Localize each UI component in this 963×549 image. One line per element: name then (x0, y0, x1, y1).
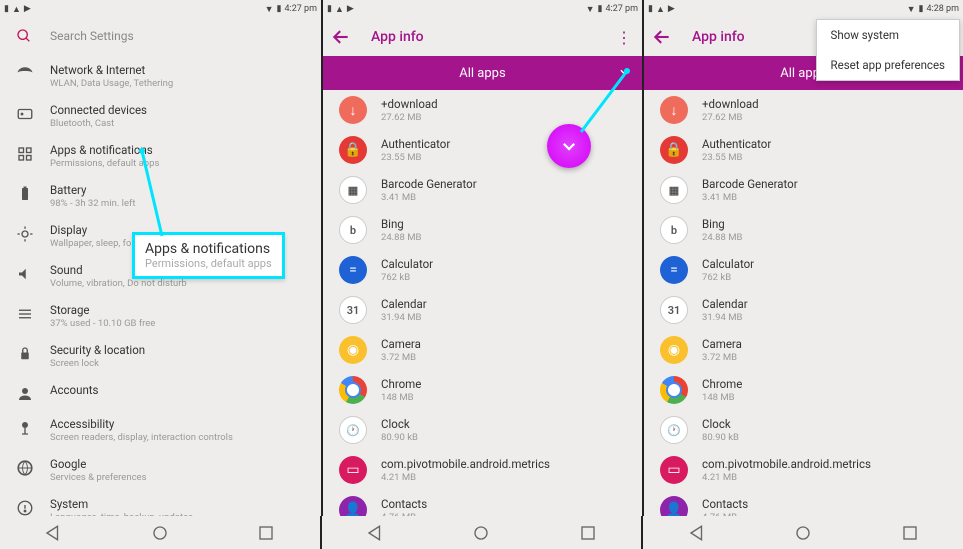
settings-row-system[interactable]: SystemLanguages, time, backup, updates (0, 490, 321, 516)
settings-row-accessibility[interactable]: AccessibilityScreen readers, display, in… (0, 410, 321, 450)
app-row[interactable]: =Calculator762 kB (644, 250, 963, 290)
back-icon[interactable] (331, 27, 353, 47)
nav-home[interactable] (472, 524, 490, 542)
app-row[interactable]: ▭com.pivotmobile.android.metrics4.21 MB (323, 450, 642, 490)
nav-back[interactable] (44, 524, 62, 542)
settings-row-network-internet[interactable]: Network & InternetWLAN, Data Usage, Teth… (0, 56, 321, 96)
nav-recent[interactable] (901, 524, 919, 542)
app-icon: ▭ (339, 456, 367, 484)
settings-icon (16, 499, 34, 516)
app-icon: 🕐 (339, 416, 367, 444)
app-icon: ▭ (660, 456, 688, 484)
battery-icon: ▮ (277, 4, 282, 14)
settings-row-apps-notifications[interactable]: Apps & notificationsPermissions, default… (0, 136, 321, 176)
settings-icon (16, 145, 34, 163)
app-icon: b (660, 216, 688, 244)
app-icon: ↓ (660, 96, 688, 124)
app-icon: ▦ (339, 176, 367, 204)
settings-row-storage[interactable]: Storage37% used - 10.10 GB free (0, 296, 321, 336)
overflow-menu-icon[interactable]: ⋮ (614, 28, 634, 47)
app-icon: 🔒 (660, 136, 688, 164)
app-icon: 31 (339, 296, 367, 324)
clock-text: 4:27 pm (284, 4, 317, 14)
search-icon (16, 28, 32, 44)
app-row[interactable]: ▭com.pivotmobile.android.metrics4.21 MB (644, 450, 963, 490)
app-icon: ▦ (660, 176, 688, 204)
callout-apps-notifications: Apps & notifications Permissions, defaul… (132, 232, 285, 279)
highlight-chevron-circle (547, 124, 591, 168)
app-row[interactable]: 31Calendar31.94 MB (644, 290, 963, 330)
play-icon: ▶ (24, 4, 31, 14)
settings-icon (16, 225, 34, 243)
nav-bar (0, 516, 963, 549)
settings-icon (16, 345, 34, 363)
app-row[interactable]: ↓+download27.62 MB (323, 90, 642, 130)
app-info-title: App info (371, 29, 614, 45)
settings-row-connected-devices[interactable]: Connected devicesBluetooth, Cast (0, 96, 321, 136)
app-row[interactable]: =Calculator762 kB (323, 250, 642, 290)
search-placeholder: Search Settings (50, 29, 134, 43)
filter-all-apps[interactable]: All apps (323, 56, 642, 90)
app-icon: b (339, 216, 367, 244)
app-row[interactable]: ▦Barcode Generator3.41 MB (644, 170, 963, 210)
menu-show-system[interactable]: Show system (817, 20, 959, 50)
settings-row-battery[interactable]: Battery98% - 3h 32 min. left (0, 176, 321, 216)
settings-icon (16, 265, 34, 283)
settings-search-row[interactable]: Search Settings (0, 18, 321, 56)
app-row[interactable]: ◉Camera3.72 MB (644, 330, 963, 370)
folder-icon: ▮ (4, 4, 9, 14)
app-icon: = (660, 256, 688, 284)
nav-home[interactable] (151, 524, 169, 542)
menu-reset-prefs[interactable]: Reset app preferences (817, 50, 959, 80)
app-row[interactable]: bBing24.88 MB (323, 210, 642, 250)
app-icon: 31 (660, 296, 688, 324)
app-icon: 👤 (339, 496, 367, 516)
settings-row-google[interactable]: GoogleServices & preferences (0, 450, 321, 490)
settings-icon (16, 105, 34, 123)
settings-icon (16, 65, 34, 83)
app-icon: 👤 (660, 496, 688, 516)
app-icon: 🕐 (660, 416, 688, 444)
settings-row-security-location[interactable]: Security & locationScreen lock (0, 336, 321, 376)
nav-recent[interactable] (257, 524, 275, 542)
app-row[interactable]: bBing24.88 MB (644, 210, 963, 250)
app-row[interactable]: ◉Camera3.72 MB (323, 330, 642, 370)
app-row[interactable]: 🕐Clock80.90 kB (323, 410, 642, 450)
app-row[interactable]: 31Calendar31.94 MB (323, 290, 642, 330)
settings-icon (16, 459, 34, 477)
status-bar: ▮▲▶ ▼▮4:27 pm (323, 0, 642, 18)
app-icon: ↓ (339, 96, 367, 124)
wifi-icon: ▼ (265, 4, 274, 15)
app-row[interactable]: 🕐Clock80.90 kB (644, 410, 963, 450)
app-row[interactable]: 🔒Authenticator23.55 MB (644, 130, 963, 170)
app-icon: = (339, 256, 367, 284)
app-row[interactable]: 👤Contacts4.76 MB (323, 490, 642, 516)
nav-home[interactable] (794, 524, 812, 542)
app-row[interactable]: Chrome148 MB (644, 370, 963, 410)
app-row[interactable]: 🔒Authenticator23.55 MB (323, 130, 642, 170)
settings-icon (16, 419, 34, 437)
app-row[interactable]: ▦Barcode Generator3.41 MB (323, 170, 642, 210)
app-icon: ◉ (339, 336, 367, 364)
nav-recent[interactable] (579, 524, 597, 542)
app-row[interactable]: Chrome148 MB (323, 370, 642, 410)
settings-icon (16, 185, 34, 203)
settings-row-accounts[interactable]: Accounts (0, 376, 321, 410)
settings-icon (16, 305, 34, 323)
chevron-down-icon (618, 65, 632, 79)
app-row[interactable]: 👤Contacts4.76 MB (644, 490, 963, 516)
cloud-icon: ▲ (12, 4, 21, 15)
status-bar: ▮ ▲ ▶ ▼ ▮ 4:27 pm (0, 0, 321, 18)
app-icon: 🔒 (339, 136, 367, 164)
nav-back[interactable] (366, 524, 384, 542)
app-row[interactable]: ↓+download27.62 MB (644, 90, 963, 130)
app-icon (660, 376, 688, 404)
settings-icon (16, 385, 34, 403)
app-icon (339, 376, 367, 404)
app-icon: ◉ (660, 336, 688, 364)
status-bar: ▮▲▶ ▼▮4:28 pm (644, 0, 963, 18)
back-icon[interactable] (652, 27, 674, 47)
nav-back[interactable] (688, 524, 706, 542)
overflow-menu: Show system Reset app preferences (816, 19, 960, 81)
